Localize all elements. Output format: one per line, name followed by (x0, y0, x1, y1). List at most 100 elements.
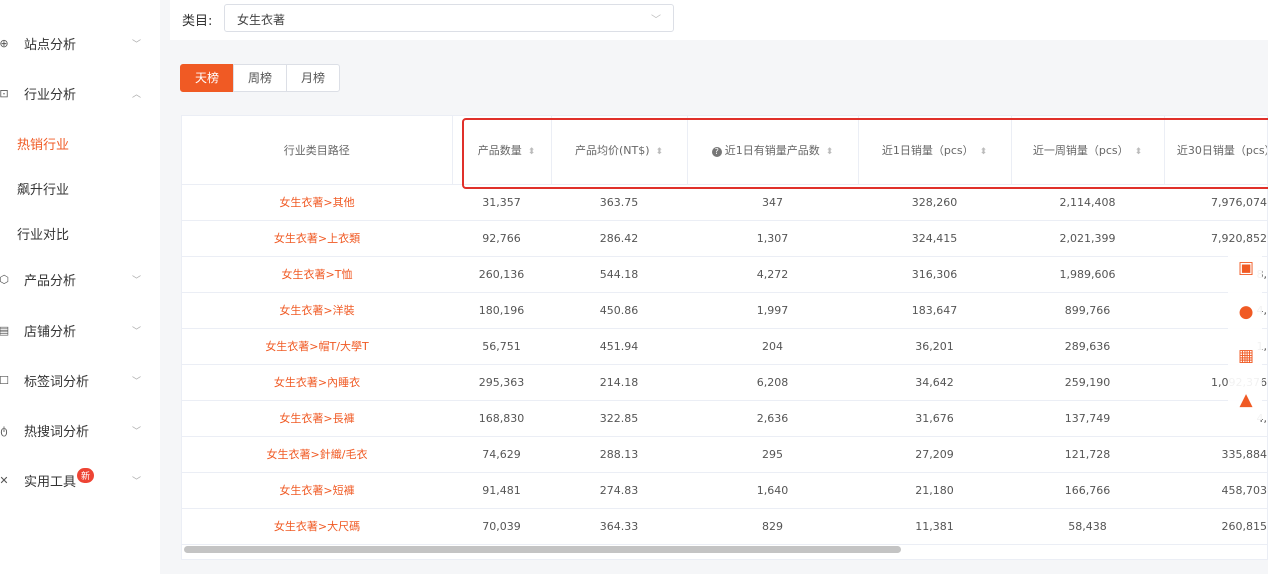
chat-icon[interactable]: ▣ (1236, 258, 1256, 278)
cell: 137,749 (1011, 400, 1164, 437)
tools-icon: ✕ (0, 473, 9, 487)
cell: 204 (687, 328, 858, 365)
bell-icon[interactable]: ▲ (1236, 390, 1256, 410)
category-path-link[interactable]: 女生衣著>大尺碼 (182, 508, 452, 545)
cell: 899,766 (1011, 292, 1164, 329)
sidebar-item-6[interactable]: ✕ 实用工具新 ﹀ (0, 465, 160, 495)
table-row: 女生衣著>針織/毛衣 74,629 288.13 295 27,209 121,728 33… (182, 436, 1267, 473)
cell: 335,884 (1164, 436, 1267, 473)
cell: 295 (687, 436, 858, 473)
category-path-link[interactable]: 女生衣著>針織/毛衣 (182, 436, 452, 473)
chevron-down-icon: ﹀ (132, 476, 142, 487)
highlight-box (462, 118, 1268, 189)
cell: 1,640 (687, 472, 858, 509)
cell: 21,180 (858, 472, 1011, 509)
cell: 168,830 (452, 400, 551, 437)
new-badge: 新 (77, 467, 95, 483)
sidebar-item-label: 店铺分析 (24, 324, 77, 340)
cell: 458,703 (1164, 472, 1267, 509)
cell: 316,306 (858, 256, 1011, 293)
table-row: 女生衣著>短褲 91,481 274.83 1,640 21,180 166,766 458… (182, 472, 1267, 509)
category-select[interactable]: 女生衣著 ﹀ (224, 4, 674, 32)
sidebar-item-2[interactable]: ⬡ 产品分析 ﹀ (0, 264, 160, 294)
cell: 31,357 (452, 184, 551, 221)
sidebar-item-label: 产品分析 (24, 273, 77, 289)
sidebar-item-3[interactable]: ▤ 店铺分析 ﹀ (0, 315, 160, 345)
floating-toolbar: ▣ ● ▦ ▲ (1228, 250, 1262, 420)
cell: 328,260 (858, 184, 1011, 221)
table-row: 女生衣著>長褲168,830322.852,63631,676137,7494, (182, 400, 1267, 437)
category-path-link[interactable]: 女生衣著>短褲 (182, 472, 452, 509)
cell: 260,136 (452, 256, 551, 293)
cell: 56,751 (452, 328, 551, 365)
cell: 829 (687, 508, 858, 545)
bookmark-icon: ☐ (0, 373, 9, 387)
cell: 288.13 (551, 436, 687, 473)
cell: 2,114,408 (1011, 184, 1164, 221)
cell: 2,021,399 (1011, 220, 1164, 257)
cell: 91,481 (452, 472, 551, 509)
sidebar-item-0[interactable]: ⊕ 站点分析 ﹀ (0, 28, 160, 58)
category-path-link[interactable]: 女生衣著>洋裝 (182, 292, 452, 329)
cell: 36,201 (858, 328, 1011, 365)
qq-penguin-icon[interactable]: ● (1236, 302, 1256, 322)
cell: 4,272 (687, 256, 858, 293)
cell: 7,976,074 (1164, 184, 1267, 221)
sidebar-item-4[interactable]: ☐ 标签词分析 ﹀ (0, 365, 160, 395)
category-label: 类目: (182, 14, 213, 29)
category-path-link[interactable]: 女生衣著>其他 (182, 184, 452, 221)
cell: 6,208 (687, 364, 858, 401)
cell: 74,629 (452, 436, 551, 473)
column-title: 行业类目路径 (283, 143, 350, 157)
cell: 295,363 (452, 364, 551, 401)
cell: 34,642 (858, 364, 1011, 401)
table-row: 女生衣著>上衣類 92,766 286.42 1,307 324,415 2,021,39… (182, 220, 1267, 257)
fire-icon: ტ (0, 423, 8, 437)
cell: 58,438 (1011, 508, 1164, 545)
category-path-link[interactable]: 女生衣著>帽T/大學T (182, 328, 452, 365)
globe-icon: ⊕ (0, 36, 9, 50)
sidebar-item-label: 实用工具 (24, 474, 77, 490)
cell: 121,728 (1011, 436, 1164, 473)
table-row: 女生衣著>大尺碼 70,039 364.33 829 11,381 58,438 260,8… (182, 508, 1267, 545)
tab-0[interactable]: 天榜 (180, 64, 235, 92)
sidebar-subitem-0[interactable]: 热销行业 (17, 134, 69, 153)
cell: 450.86 (551, 292, 687, 329)
chevron-down-icon: ﹀ (132, 426, 142, 437)
sidebar-subitem-2[interactable]: 行业对比 (17, 224, 69, 243)
cell: 11,381 (858, 508, 1011, 545)
cube-icon: ⬡ (0, 272, 9, 286)
cell: 347 (687, 184, 858, 221)
horizontal-scrollbar[interactable] (184, 546, 901, 553)
chart-icon: ⊡ (0, 86, 9, 100)
category-path-link[interactable]: 女生衣著>T恤 (182, 256, 452, 293)
category-value: 女生衣著 (237, 13, 286, 27)
tab-2[interactable]: 月榜 (286, 64, 341, 92)
sidebar-item-5[interactable]: ტ 热搜词分析 ﹀ (0, 415, 160, 445)
table-row: 女生衣著>T恤 260,136 544.18 4,272 316,306 1,989,60… (182, 256, 1267, 293)
category-path-link[interactable]: 女生衣著>上衣類 (182, 220, 452, 257)
cell: 31,676 (858, 400, 1011, 437)
cell: 322.85 (551, 400, 687, 437)
cell: 286.42 (551, 220, 687, 257)
cell: 27,209 (858, 436, 1011, 473)
cell: 2,636 (687, 400, 858, 437)
sidebar-item-label: 站点分析 (24, 37, 77, 53)
gift-icon[interactable]: ▦ (1236, 346, 1256, 366)
chevron-down-icon: ﹀ (132, 326, 142, 337)
category-path-link[interactable]: 女生衣著>內睡衣 (182, 364, 452, 401)
cell: 166,766 (1011, 472, 1164, 509)
cell: 544.18 (551, 256, 687, 293)
cell: 324,415 (858, 220, 1011, 257)
sidebar-item-1[interactable]: ⊡ 行业分析 ︿ (0, 78, 160, 108)
sidebar-subitem-1[interactable]: 飙升行业 (17, 179, 69, 198)
cell: 1,997 (687, 292, 858, 329)
ranking-tabs: 天榜 周榜 月榜 (180, 64, 341, 92)
cell: 92,766 (452, 220, 551, 257)
tab-1[interactable]: 周榜 (233, 64, 288, 92)
store-icon: ▤ (0, 323, 10, 337)
cell: 1,307 (687, 220, 858, 257)
cell: 364.33 (551, 508, 687, 545)
category-path-link[interactable]: 女生衣著>長褲 (182, 400, 452, 437)
cell: 274.83 (551, 472, 687, 509)
